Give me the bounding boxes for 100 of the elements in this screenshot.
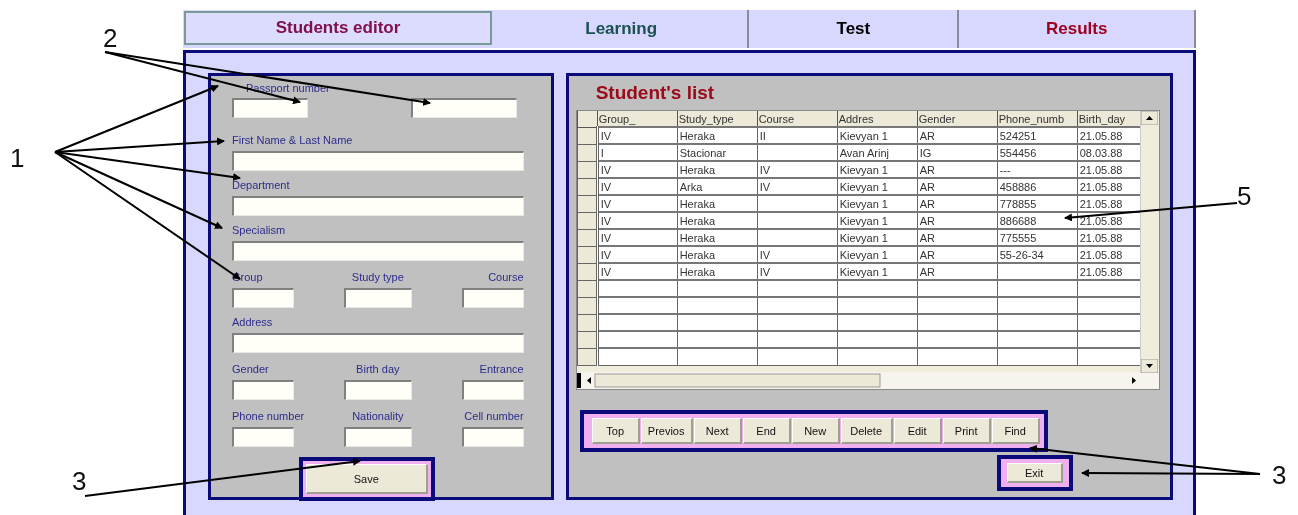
callout-number: 3: [72, 468, 87, 494]
nav-button[interactable]: Previos: [640, 418, 693, 444]
field-label: Address: [232, 316, 274, 329]
scroll-up-icon[interactable]: [1140, 111, 1158, 125]
input-field[interactable]: [232, 427, 294, 447]
table-cell: Avan Arinj: [837, 144, 918, 161]
table-cell: AR: [917, 195, 998, 212]
input-field[interactable]: [461, 288, 524, 308]
table-cell: IV: [757, 178, 838, 195]
nav-button[interactable]: Find: [991, 418, 1040, 444]
table-cell: IV: [597, 229, 678, 246]
input-field[interactable]: [461, 427, 524, 447]
table-cell: 524251: [997, 127, 1078, 144]
field-label: Study type: [351, 271, 404, 284]
input-field[interactable]: [343, 288, 412, 308]
tab[interactable]: Students editor: [184, 11, 492, 45]
nav-button[interactable]: Delete: [840, 418, 893, 444]
field-label: Nationality: [352, 410, 404, 423]
field-label: Department: [232, 179, 291, 192]
column-header[interactable]: Study_type: [677, 111, 758, 127]
table-cell: Heraka: [677, 229, 758, 246]
save-button[interactable]: Save: [305, 464, 428, 494]
field-label: Entrance: [479, 363, 524, 376]
nav-button[interactable]: End: [742, 418, 791, 444]
input-field[interactable]: [232, 333, 524, 353]
field-label: Birth day: [356, 363, 400, 376]
table-cell: IV: [597, 246, 678, 263]
column-header[interactable]: Phone_numb: [997, 111, 1078, 127]
input-field[interactable]: [343, 380, 412, 400]
table-cell: Kievyan 1: [837, 127, 918, 144]
table-cell: IG: [917, 144, 998, 161]
scroll-down-icon[interactable]: [1140, 359, 1158, 373]
nav-button[interactable]: New: [791, 418, 840, 444]
callout-number: 1: [10, 145, 25, 171]
table-cell: 554456: [997, 144, 1078, 161]
table-cell: Heraka: [677, 161, 758, 178]
callout-number: 3: [1272, 462, 1287, 488]
table-cell: Kievyan 1: [837, 246, 918, 263]
input-field[interactable]: [232, 196, 524, 216]
table-cell: AR: [917, 161, 998, 178]
table-cell: IV: [757, 263, 838, 280]
input-field[interactable]: [232, 241, 524, 261]
callout-number: 5: [1237, 183, 1252, 209]
table-cell: 458886: [997, 178, 1078, 195]
input-field[interactable]: [232, 151, 524, 171]
table-cell: AR: [917, 178, 998, 195]
input-field[interactable]: [343, 427, 412, 447]
table-cell: AR: [917, 263, 998, 280]
tab[interactable]: Test: [749, 10, 960, 48]
field-label: Gender: [232, 363, 269, 376]
callout-number: 2: [103, 25, 118, 51]
field-label: First Name & Last Name: [232, 134, 354, 147]
field-label: Specialism: [232, 224, 287, 237]
tab[interactable]: Results: [959, 10, 1196, 48]
column-header[interactable]: Gender: [917, 111, 998, 127]
table-cell: Kievyan 1: [837, 229, 918, 246]
table-cell: AR: [917, 246, 998, 263]
nav-button[interactable]: Next: [693, 418, 742, 444]
exit-button[interactable]: Exit: [1006, 463, 1063, 483]
nav-button[interactable]: Edit: [893, 418, 942, 444]
table-cell: 55-26-34: [997, 246, 1078, 263]
table-cell: AR: [917, 127, 998, 144]
input-field[interactable]: [232, 98, 308, 118]
table-cell: IV: [757, 246, 838, 263]
table-cell: 778855: [997, 195, 1078, 212]
table-cell: Heraka: [677, 246, 758, 263]
table-cell: AR: [917, 229, 998, 246]
table-cell: IV: [597, 195, 678, 212]
field-label: Phone number: [232, 410, 305, 423]
table-cell: 886688: [997, 212, 1078, 229]
input-field[interactable]: [232, 288, 294, 308]
table-cell: Heraka: [677, 127, 758, 144]
column-header[interactable]: Addres: [837, 111, 918, 127]
table-cell: Kievyan 1: [837, 178, 918, 195]
table-cell: IV: [597, 161, 678, 178]
tab[interactable]: Learning: [494, 10, 750, 48]
table-cell: II: [757, 127, 838, 144]
table-cell: IV: [757, 161, 838, 178]
input-field[interactable]: [410, 98, 517, 118]
nav-button[interactable]: Print: [942, 418, 991, 444]
table-cell: IV: [597, 178, 678, 195]
column-header[interactable]: Course: [757, 111, 838, 127]
table-cell: I: [597, 144, 678, 161]
table-cell: IV: [597, 212, 678, 229]
input-field[interactable]: [232, 380, 294, 400]
table-cell: Heraka: [677, 195, 758, 212]
table-cell: Heraka: [677, 263, 758, 280]
table-cell: 775555: [997, 229, 1078, 246]
table-cell: Arka: [677, 178, 758, 195]
table-cell: AR: [917, 212, 998, 229]
table-cell: Kievyan 1: [837, 263, 918, 280]
input-field[interactable]: [461, 380, 524, 400]
nav-button[interactable]: Top: [591, 418, 640, 444]
table-cell: IV: [597, 263, 678, 280]
horizontal-scrollbar[interactable]: [576, 372, 1159, 389]
column-header[interactable]: Group_: [597, 111, 678, 127]
table-cell: Kievyan 1: [837, 161, 918, 178]
table-cell: ---: [997, 161, 1078, 178]
table-cell: Kievyan 1: [837, 212, 918, 229]
field-label: Cell number: [464, 410, 524, 423]
